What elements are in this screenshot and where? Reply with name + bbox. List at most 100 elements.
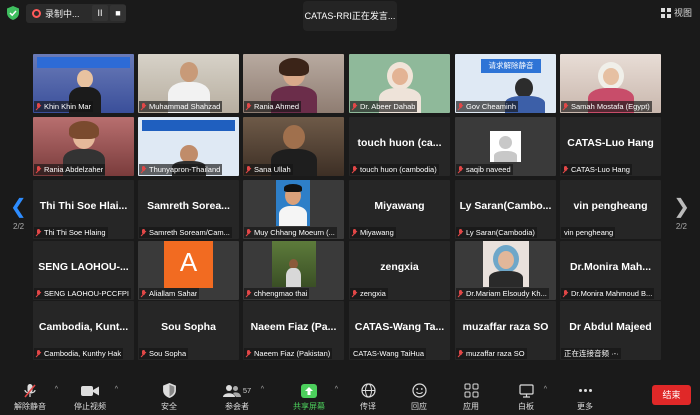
muted-mic-icon	[456, 349, 465, 359]
participant-tile[interactable]: Rania Ahmed	[243, 54, 344, 113]
participant-name: Thunyapron-Thailand	[149, 165, 221, 174]
participant-tile[interactable]: Sana Ullah	[243, 117, 344, 176]
participant-tile[interactable]: Naeem Fiaz (Pa... Naeem Fiaz (Pakistan)	[243, 301, 344, 360]
share-screen-label: 共享屏幕	[293, 402, 325, 411]
view-button[interactable]: 视图	[660, 6, 692, 19]
next-page-arrow[interactable]: ❯	[673, 194, 690, 219]
participant-name-label: Aliallam Sahar	[139, 288, 200, 299]
participant-tile[interactable]: SENG LAOHOU-... SENG LAOHOU-PCCFPI	[33, 241, 134, 300]
participant-display-name: muzaffar raza SO	[462, 321, 549, 333]
participant-display-name: vin pengheang	[573, 200, 648, 212]
participant-tile[interactable]: zengxia zengxia	[349, 241, 450, 300]
view-label: 视图	[673, 8, 692, 18]
muted-mic-icon	[244, 165, 253, 175]
muted-mic-icon	[34, 228, 43, 238]
participant-name: chhengmao thai	[254, 289, 308, 298]
participant-tile[interactable]: Muy Chhang Moeurn (...	[243, 180, 344, 239]
participant-tile[interactable]: Dr.Mariam Elsoudy Kh...	[455, 241, 556, 300]
shield-check-icon[interactable]	[7, 6, 19, 20]
participant-tile[interactable]: saqib naveed	[455, 117, 556, 176]
participant-name: Dr.Monira Mahmoud B...	[571, 289, 653, 298]
share-screen-button[interactable]: 共享屏幕 ^	[290, 382, 338, 412]
muted-mic-icon	[456, 102, 465, 112]
participants-options-caret[interactable]: ^	[261, 386, 264, 393]
participant-name-label: Dr.Mariam Elsoudy Kh...	[456, 288, 549, 299]
unmute-button[interactable]: 解除静音 ^	[12, 382, 58, 412]
participant-tile[interactable]: Khin Khin Mar	[33, 54, 134, 113]
video-options-caret[interactable]: ^	[115, 386, 118, 393]
participant-display-name: Miyawang	[374, 200, 425, 212]
participant-name-label: chhengmao thai	[244, 288, 310, 299]
unmute-options-caret[interactable]: ^	[55, 386, 58, 393]
slide-text: 请求解除静音	[481, 59, 541, 73]
participant-tile[interactable]: Rania Abdelzaher	[33, 117, 134, 176]
slide-banner	[37, 57, 130, 68]
participant-name-label: Muy Chhang Moeurn (...	[244, 227, 337, 238]
participant-display-name: Naeem Fiaz (Pa...	[250, 321, 337, 333]
participant-tile[interactable]: Samah Mostafa (Egypt)	[560, 54, 661, 113]
participant-tile[interactable]: Thi Thi Soe Hlai... Thi Thi Soe Hlaing	[33, 180, 134, 239]
muted-mic-icon	[34, 102, 43, 112]
share-screen-icon	[301, 383, 317, 398]
globe-icon	[360, 383, 376, 398]
participant-display-name: Samreth Sorea...	[147, 200, 230, 212]
participant-tile[interactable]: Cambodia, Kunt... Cambodia, Kunthy Hak	[33, 301, 134, 360]
participant-tile[interactable]: Dr. Abeer Dahab	[349, 54, 450, 113]
end-meeting-button[interactable]: 结束	[652, 385, 691, 405]
previous-page-arrow[interactable]: ❮	[10, 194, 27, 219]
participant-tile[interactable]: Dr Abdul Majeed 正在连接音频 ·-·	[560, 301, 661, 360]
participant-tile[interactable]: muzaffar raza SO muzaffar raza SO	[455, 301, 556, 360]
participant-name-label: Sana Ullah	[244, 164, 293, 175]
participant-name: Dr.Mariam Elsoudy Kh...	[466, 289, 547, 298]
participant-name: Rania Ahmed	[254, 102, 300, 111]
participant-tile[interactable]: Thunyapron-Thailand	[138, 117, 239, 176]
participant-display-name: touch huon (ca...	[357, 137, 442, 149]
security-button[interactable]: 安全	[155, 382, 183, 412]
whiteboard-options-caret[interactable]: ^	[544, 386, 547, 393]
avatar-letter: A	[179, 247, 198, 277]
participant-tile[interactable]: touch huon (ca... touch huon (cambodia)	[349, 117, 450, 176]
participant-tile[interactable]: CATAS-Wang Ta... CATAS-Wang TaiHua	[349, 301, 450, 360]
participant-name: Thi Thi Soe Hlaing	[44, 228, 106, 237]
participant-tile[interactable]: 请求解除静音 Gov Cheaminh	[455, 54, 556, 113]
participant-name: Sana Ullah	[254, 165, 291, 174]
participant-tile[interactable]: chhengmao thai	[243, 241, 344, 300]
participant-name-label: zengxia	[350, 288, 388, 299]
participants-button[interactable]: 57 参会者 ^	[220, 382, 264, 412]
apps-button[interactable]: 应用	[460, 382, 482, 412]
muted-mic-icon	[456, 165, 465, 175]
participant-tile[interactable]: Sou Sopha Sou Sopha	[138, 301, 239, 360]
participant-tile[interactable]: Miyawang Miyawang	[349, 180, 450, 239]
participant-name: Muhammad Shahzad	[149, 102, 221, 111]
reactions-button[interactable]: 回应	[408, 382, 430, 412]
muted-mic-icon	[350, 228, 359, 238]
stop-recording-button[interactable]: ■	[110, 5, 126, 21]
security-shield-icon	[162, 383, 176, 398]
muted-mic-icon	[244, 102, 253, 112]
participant-tile[interactable]: CATAS-Luo Hang CATAS-Luo Hang	[560, 117, 661, 176]
participant-tile[interactable]: Samreth Sorea... Samreth Soream/Cam...	[138, 180, 239, 239]
participant-name: saqib naveed	[466, 165, 511, 174]
interpretation-button[interactable]: 传译	[357, 382, 379, 412]
muted-mic-icon	[561, 102, 570, 112]
participant-tile[interactable]: vin pengheang vin pengheang	[560, 180, 661, 239]
participants-icon	[222, 384, 241, 397]
participant-name: Aliallam Sahar	[149, 289, 198, 298]
video-camera-icon	[81, 385, 99, 396]
meeting-toolbar: 解除静音 ^ 停止视频 ^ 安全 57 参会者 ^ 共享屏幕 ^ 传译 回应 应…	[0, 376, 700, 415]
participant-display-name: Sou Sopha	[161, 321, 216, 333]
share-options-caret[interactable]: ^	[335, 386, 338, 393]
participant-display-name: zengxia	[380, 261, 419, 273]
stop-video-button[interactable]: 停止视频 ^	[72, 382, 118, 412]
muted-mic-icon	[139, 289, 148, 299]
participant-tile[interactable]: Muhammad Shahzad	[138, 54, 239, 113]
participant-tile[interactable]: Ly Saran(Cambo... Ly Saran(Cambodia)	[455, 180, 556, 239]
whiteboard-button[interactable]: 白板 ^	[515, 382, 547, 412]
more-button[interactable]: 更多	[574, 382, 596, 412]
participant-tile[interactable]: A Aliallam Sahar	[138, 241, 239, 300]
pause-recording-button[interactable]: II	[92, 5, 108, 21]
grid-view-icon	[660, 7, 671, 18]
security-label: 安全	[161, 402, 177, 411]
participant-tile[interactable]: Dr.Monira Mah... Dr.Monira Mahmoud B...	[560, 241, 661, 300]
active-speaker-indicator: CATAS-RRI正在发言...	[303, 1, 397, 31]
